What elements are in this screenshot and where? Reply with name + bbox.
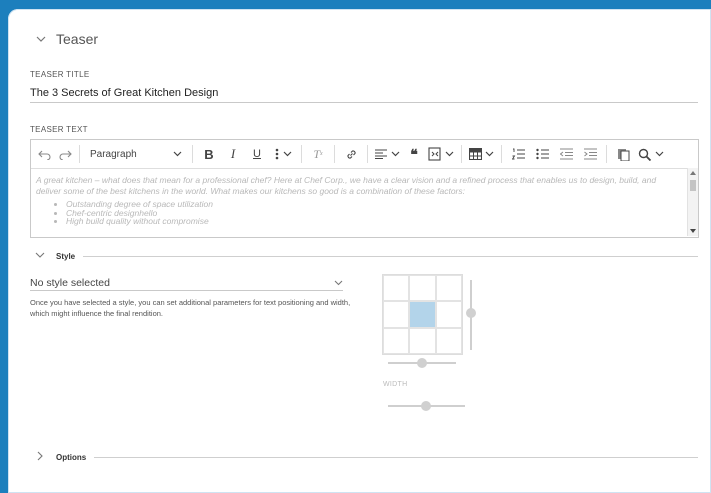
chevron-down-icon — [34, 32, 48, 46]
toolbar-divider — [192, 145, 193, 163]
align-icon — [375, 149, 387, 159]
style-section-header[interactable]: Style — [34, 249, 698, 263]
options-section-header[interactable]: Options — [34, 450, 698, 464]
outdent-icon[interactable] — [554, 144, 578, 164]
grid-cell-bottom-left[interactable] — [383, 327, 410, 354]
chevron-down-icon — [445, 151, 454, 157]
embed-button[interactable] — [425, 144, 457, 164]
options-section-label: Options — [56, 452, 87, 462]
chevron-down-icon — [334, 280, 343, 286]
width-slider[interactable] — [388, 401, 465, 411]
style-select-value: No style selected — [30, 277, 110, 289]
find-replace-icon — [638, 148, 652, 161]
grid-cell-bottom-center[interactable] — [409, 327, 436, 354]
rich-text-editor: Paragraph B I U Tx ❝ A great kitchen – w… — [30, 139, 699, 238]
paste-icon[interactable] — [611, 144, 635, 164]
toolbar-divider — [367, 145, 368, 163]
toolbar-divider — [334, 145, 335, 163]
teaser-header[interactable]: Teaser — [34, 31, 98, 47]
toolbar-divider — [301, 145, 302, 163]
slider-handle[interactable] — [421, 401, 431, 411]
embed-icon — [428, 147, 441, 161]
list-item: Outstanding degree of space utilization — [66, 200, 680, 209]
toolbar-divider — [461, 145, 462, 163]
clear-format-icon[interactable]: Tx — [306, 144, 330, 164]
toolbar-divider — [606, 145, 607, 163]
grid-cell-middle-left[interactable] — [383, 301, 410, 328]
chevron-down-icon — [655, 151, 664, 157]
indent-icon[interactable] — [578, 144, 602, 164]
teaser-panel: Teaser TEASER TITLE The 3 Secrets of Gre… — [8, 9, 711, 493]
teaser-title-label: TEASER TITLE — [30, 70, 90, 79]
paragraph-format-select[interactable]: Paragraph — [84, 144, 188, 164]
chevron-down-icon — [391, 151, 400, 157]
grid-cell-top-left[interactable] — [383, 275, 410, 302]
chevron-down-icon — [283, 151, 291, 157]
table-button[interactable] — [466, 144, 497, 164]
chevron-right-icon — [34, 450, 48, 464]
width-label: WIDTH — [383, 381, 408, 388]
teaser-title-input[interactable]: The 3 Secrets of Great Kitchen Design — [30, 86, 698, 103]
undo-icon[interactable] — [35, 144, 55, 164]
horizontal-position-slider[interactable] — [388, 358, 456, 368]
grid-cell-middle-center[interactable] — [409, 301, 436, 328]
scroll-down-icon — [690, 229, 696, 233]
style-select[interactable]: No style selected — [30, 276, 343, 291]
editor-paragraph: A great kitchen – what does that mean fo… — [36, 175, 657, 196]
paragraph-format-label: Paragraph — [90, 148, 137, 160]
bulleted-list-icon[interactable] — [530, 144, 554, 164]
list-item: High build quality without compromise — [66, 217, 680, 226]
find-replace-button[interactable] — [635, 144, 667, 164]
teaser-text-label: TEASER TEXT — [30, 125, 88, 134]
slider-handle[interactable] — [466, 308, 476, 318]
editor-content[interactable]: A great kitchen – what does that mean fo… — [31, 169, 698, 242]
quote-icon[interactable]: ❝ — [403, 144, 425, 164]
bold-icon[interactable]: B — [197, 144, 221, 164]
chevron-down-icon — [173, 151, 182, 157]
divider — [94, 456, 698, 458]
teaser-heading: Teaser — [56, 31, 99, 47]
editor-scrollbar[interactable] — [687, 168, 698, 236]
italic-icon[interactable]: I — [221, 144, 245, 164]
editor-toolbar: Paragraph B I U Tx ❝ — [31, 140, 698, 169]
toolbar-divider — [501, 145, 502, 163]
more-vertical-icon — [275, 148, 278, 160]
style-section-label: Style — [56, 251, 76, 261]
grid-cell-bottom-right[interactable] — [435, 327, 462, 354]
divider — [83, 255, 698, 257]
slider-handle[interactable] — [417, 358, 427, 368]
underline-icon[interactable]: U — [245, 144, 269, 164]
grid-cell-top-right[interactable] — [435, 275, 462, 302]
text-position-grid — [382, 274, 463, 355]
chevron-down-icon — [34, 249, 48, 263]
chevron-down-icon — [485, 151, 494, 157]
toolbar-divider — [79, 145, 80, 163]
more-formatting-button[interactable] — [269, 144, 297, 164]
alignment-button[interactable] — [372, 144, 403, 164]
scrollbar-thumb[interactable] — [690, 180, 696, 191]
numbered-list-icon[interactable] — [506, 144, 530, 164]
vertical-position-slider[interactable] — [466, 280, 476, 350]
redo-icon[interactable] — [55, 144, 75, 164]
scroll-up-icon — [690, 171, 696, 175]
link-icon[interactable] — [339, 144, 363, 164]
style-help-text: Once you have selected a style, you can … — [30, 298, 351, 318]
grid-cell-top-center[interactable] — [409, 275, 436, 302]
table-icon — [469, 148, 482, 160]
editor-bullet-list: Outstanding degree of space utilization … — [36, 200, 680, 226]
grid-cell-middle-right[interactable] — [435, 301, 462, 328]
